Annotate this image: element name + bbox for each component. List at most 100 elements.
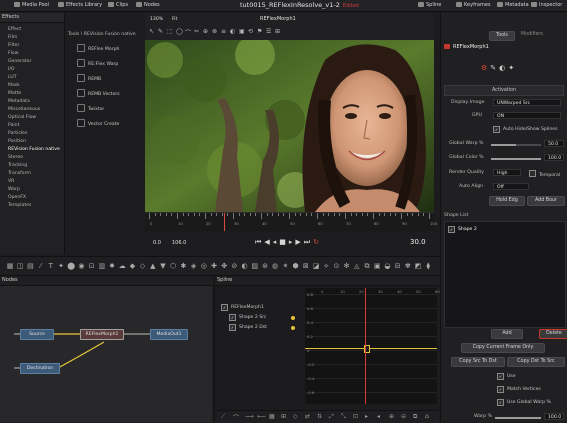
auto-hide-checkbox[interactable]: ✓ Auto Hide/Show Splines [493, 126, 558, 133]
step-back-icon[interactable]: ◀ [264, 238, 272, 246]
match-vertices-checkbox[interactable]: ✓ Match Vertices [497, 386, 541, 393]
toolbar-tool-icon[interactable]: ◉ [77, 262, 85, 270]
effects-tree-item[interactable]: Position [8, 139, 26, 144]
playhead[interactable] [224, 213, 225, 231]
spline-tool-icon[interactable]: ⇄ [305, 413, 310, 420]
copy-dst-to-src-button[interactable]: Copy Dst To Src [507, 357, 565, 367]
toolbar-tool-icon[interactable]: ◬ [353, 262, 361, 270]
toolbar-tool-icon[interactable]: ▥ [98, 262, 106, 270]
spline-curve[interactable] [305, 348, 437, 349]
stop-icon[interactable]: ■ [279, 238, 289, 246]
effects-tree-item[interactable]: Tracking [8, 163, 27, 168]
viewer-tool-icon[interactable]: ↖ [149, 28, 154, 35]
warp-value[interactable]: 100.0 [544, 413, 564, 420]
add-boundary-button[interactable]: Add Bour [527, 196, 565, 206]
gpu-select[interactable]: ON [493, 112, 561, 119]
effects-tool-item[interactable]: Vector Create [77, 119, 119, 127]
toolbar-tool-icon[interactable]: ◈ [190, 262, 198, 270]
go-to-end-icon[interactable]: ⏭ [304, 238, 313, 246]
toolbar-tool-icon[interactable]: ⟡ [322, 262, 330, 270]
viewer-tool-icon[interactable]: ✂ [194, 28, 199, 35]
keyframes-tab[interactable]: Keyframes [456, 2, 491, 8]
spline-tool-icon[interactable]: ⟵ [257, 413, 266, 420]
toolbar-tool-icon[interactable]: ⊙ [332, 262, 340, 270]
mask-icon[interactable]: ◐ [499, 64, 508, 72]
effects-tree-item[interactable]: Templates [8, 203, 31, 208]
spline-tool-icon[interactable]: ⇅ [317, 413, 322, 420]
toolbar-tool-icon[interactable]: ⁄ [37, 262, 45, 270]
effects-tree-item[interactable]: Mask [8, 83, 20, 88]
toolbar-tool-icon[interactable]: ◐ [241, 262, 249, 270]
toolbar-tool-icon[interactable]: ✾ [404, 262, 412, 270]
effects-tree-item[interactable]: Generator [8, 59, 31, 64]
copy-src-to-dst-button[interactable]: Copy Src To Dst [451, 357, 505, 367]
effects-tree-item[interactable]: Effect [8, 27, 21, 32]
toolbar-tool-icon[interactable]: ⬡ [169, 262, 177, 270]
toolbar-tool-icon[interactable]: ⬤ [67, 262, 75, 270]
tab-tools[interactable]: Tools [489, 31, 515, 41]
clips-tab[interactable]: Clips [108, 2, 128, 8]
add-shape-button[interactable]: Add [491, 329, 523, 339]
toolbar-tool-icon[interactable]: ▨ [251, 262, 259, 270]
toolbar-tool-icon[interactable]: ▣ [373, 262, 381, 270]
spline-tool-icon[interactable]: ◇ [293, 413, 298, 420]
effects-tree-item[interactable]: Filter [8, 43, 19, 48]
effects-tree-item[interactable]: Particles [8, 131, 27, 136]
toolbar-tool-icon[interactable]: ✤ [220, 262, 228, 270]
tab-modifiers[interactable]: Modifiers [521, 32, 543, 37]
toolbar-tool-icon[interactable]: ✸ [108, 262, 116, 270]
use-checkbox[interactable]: ✓ Use [497, 373, 516, 380]
effects-tree-item[interactable]: REVision Fusion native [8, 147, 60, 152]
effects-tree-item[interactable]: I/O [8, 67, 15, 72]
toolbar-tool-icon[interactable]: ⧫ [424, 262, 432, 270]
spline-tool-icon[interactable]: ▦ [269, 413, 275, 420]
temporal-checkbox[interactable]: Temporal [529, 170, 560, 178]
spline-tool-icon[interactable]: ▸ [365, 413, 368, 420]
loop-icon[interactable]: ↻ [313, 238, 322, 246]
step-forward-icon[interactable]: ▶ [295, 238, 303, 246]
shape-list[interactable]: ✓ Shape 2 [444, 221, 566, 328]
global-color-value[interactable]: 100.0 [544, 154, 564, 161]
nodes-tab[interactable]: Nodes [136, 2, 160, 8]
toolbar-tool-icon[interactable]: ◆ [128, 262, 136, 270]
effects-tree-item[interactable]: VR [8, 179, 14, 184]
toolbar-tool-icon[interactable]: ▼ [159, 262, 167, 270]
effects-tree-item[interactable]: Flow [8, 51, 19, 56]
effects-tree-item[interactable]: Warp [8, 187, 20, 192]
effects-tree-item[interactable]: Transform [8, 171, 31, 176]
delete-shape-button[interactable]: Delete [539, 329, 567, 339]
viewer-tool-icon[interactable]: ◯ [176, 28, 183, 35]
effects-tool-item[interactable]: REMB Vectors [77, 89, 120, 97]
use-global-warp-checkbox[interactable]: ✓ Use Global Warp % [497, 399, 551, 406]
toolbar-tool-icon[interactable]: ⊡ [88, 262, 96, 270]
toolbar-tool-icon[interactable]: ✚ [210, 262, 218, 270]
toolbar-tool-icon[interactable]: ⊠ [302, 262, 310, 270]
toolbar-tool-icon[interactable]: ▦ [6, 262, 14, 270]
spline-playhead[interactable] [365, 288, 366, 404]
toolbar-tool-icon[interactable]: ◪ [312, 262, 320, 270]
effects-tree-item[interactable]: Paint [8, 123, 19, 128]
effects-tool-item[interactable]: REMB [77, 74, 101, 82]
spline-tool-icon[interactable]: ⧉ [413, 413, 417, 421]
settings-icon[interactable]: ✎ [490, 64, 499, 72]
timeline-ruler[interactable]: 0 10 20 30 40 50 60 70 80 90 100 [145, 212, 437, 231]
effects-tree-item[interactable]: Stereo [8, 155, 23, 160]
effects-tree-item[interactable]: LUT [8, 75, 17, 80]
effects-tool-item[interactable]: Twixtor [77, 104, 104, 112]
metadata-tab[interactable]: Metadata [497, 2, 529, 8]
toolbar-tool-icon[interactable]: ⧉ [363, 262, 371, 270]
hold-edge-button[interactable]: Hold Edg [489, 196, 525, 206]
spline-graph[interactable]: 0.8 0.6 0.4 0.2 0 -0.2 -0.4 -0.6 0 10 20 30 40 50 60 [305, 288, 440, 404]
spline-tool-icon[interactable]: ⟶ [245, 413, 254, 420]
range-start[interactable]: 0.0 [153, 240, 161, 246]
node-destination[interactable]: Destination [20, 363, 60, 374]
global-warp-slider[interactable] [491, 144, 541, 146]
toolbar-tool-icon[interactable]: T [47, 262, 55, 270]
viewer-tool-icon[interactable]: ▣ [239, 28, 245, 35]
copy-current-frame-button[interactable]: Copy Current Frame Only [461, 343, 545, 353]
viewer-tool-icon[interactable]: ☰ [266, 28, 271, 35]
toolbar-tool-icon[interactable]: ✶ [281, 262, 289, 270]
viewer-tool-icon[interactable]: ⌒ [185, 28, 191, 37]
display-image-select[interactable]: UNWarped Src [493, 99, 561, 106]
spline-tool-icon[interactable]: ⟋ [221, 413, 225, 421]
